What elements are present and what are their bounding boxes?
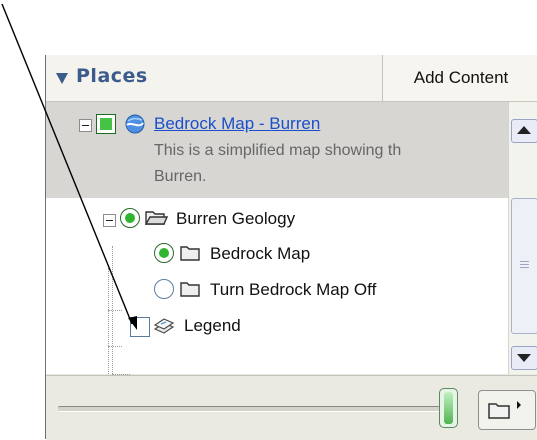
grip-line: [520, 267, 529, 268]
chevron-up-icon: [517, 126, 531, 134]
add-content-button[interactable]: Add Content: [382, 55, 537, 101]
layer-checkbox-bedrock-map-burren[interactable]: [96, 114, 116, 134]
places-header: Places Add Content: [46, 55, 537, 102]
chevron-down-icon: [517, 354, 531, 362]
tree-item-label[interactable]: Bedrock Map - Burren: [154, 114, 320, 134]
tree-connector: [112, 246, 114, 374]
scroll-down-button[interactable]: [511, 346, 537, 370]
folder-menu-button[interactable]: [478, 390, 536, 430]
radio-bedrock-map[interactable]: [154, 243, 174, 263]
radio-turn-bedrock-map-off[interactable]: [154, 279, 174, 299]
collapse-toggle-icon[interactable]: [79, 119, 92, 132]
tree-connector: [108, 346, 122, 348]
places-tree: Bedrock Map - Burren This is a simplifie…: [46, 102, 508, 375]
folder-icon: [488, 401, 521, 419]
open-folder-icon: [144, 211, 168, 225]
tree-connector: [108, 268, 110, 374]
folder-icon: [180, 282, 200, 297]
layers-icon: [153, 318, 175, 334]
tree-item-label[interactable]: Burren Geology: [176, 209, 295, 229]
scroll-thumb[interactable]: [511, 198, 537, 334]
collapse-toggle-icon[interactable]: [103, 214, 116, 227]
globe-icon: [125, 114, 145, 134]
folder-icon: [180, 246, 200, 261]
grip-line: [520, 264, 529, 265]
tree-item-description: This is a simplified map showing th: [154, 142, 402, 159]
tree-scrollbar[interactable]: [508, 102, 537, 374]
opacity-slider-thumb[interactable]: [439, 388, 458, 428]
collapse-triangle-icon[interactable]: [56, 73, 68, 84]
tree-item-label[interactable]: Legend: [184, 316, 241, 336]
grip-line: [520, 261, 529, 262]
places-toolbar: [46, 375, 537, 440]
opacity-slider-track[interactable]: [58, 406, 453, 412]
tree-item-description: Burren.: [154, 168, 207, 185]
places-title[interactable]: Places: [76, 65, 148, 87]
tree-item-label[interactable]: Turn Bedrock Map Off: [210, 280, 376, 300]
radio-burren-geology[interactable]: [120, 208, 140, 228]
places-panel: Places Add Content Bedrock Map - Burren …: [45, 55, 537, 440]
tree-connector: [108, 310, 122, 312]
tree-item-label[interactable]: Bedrock Map: [210, 244, 310, 264]
scroll-up-button[interactable]: [511, 119, 537, 143]
layer-checkbox-legend[interactable]: [130, 317, 150, 337]
